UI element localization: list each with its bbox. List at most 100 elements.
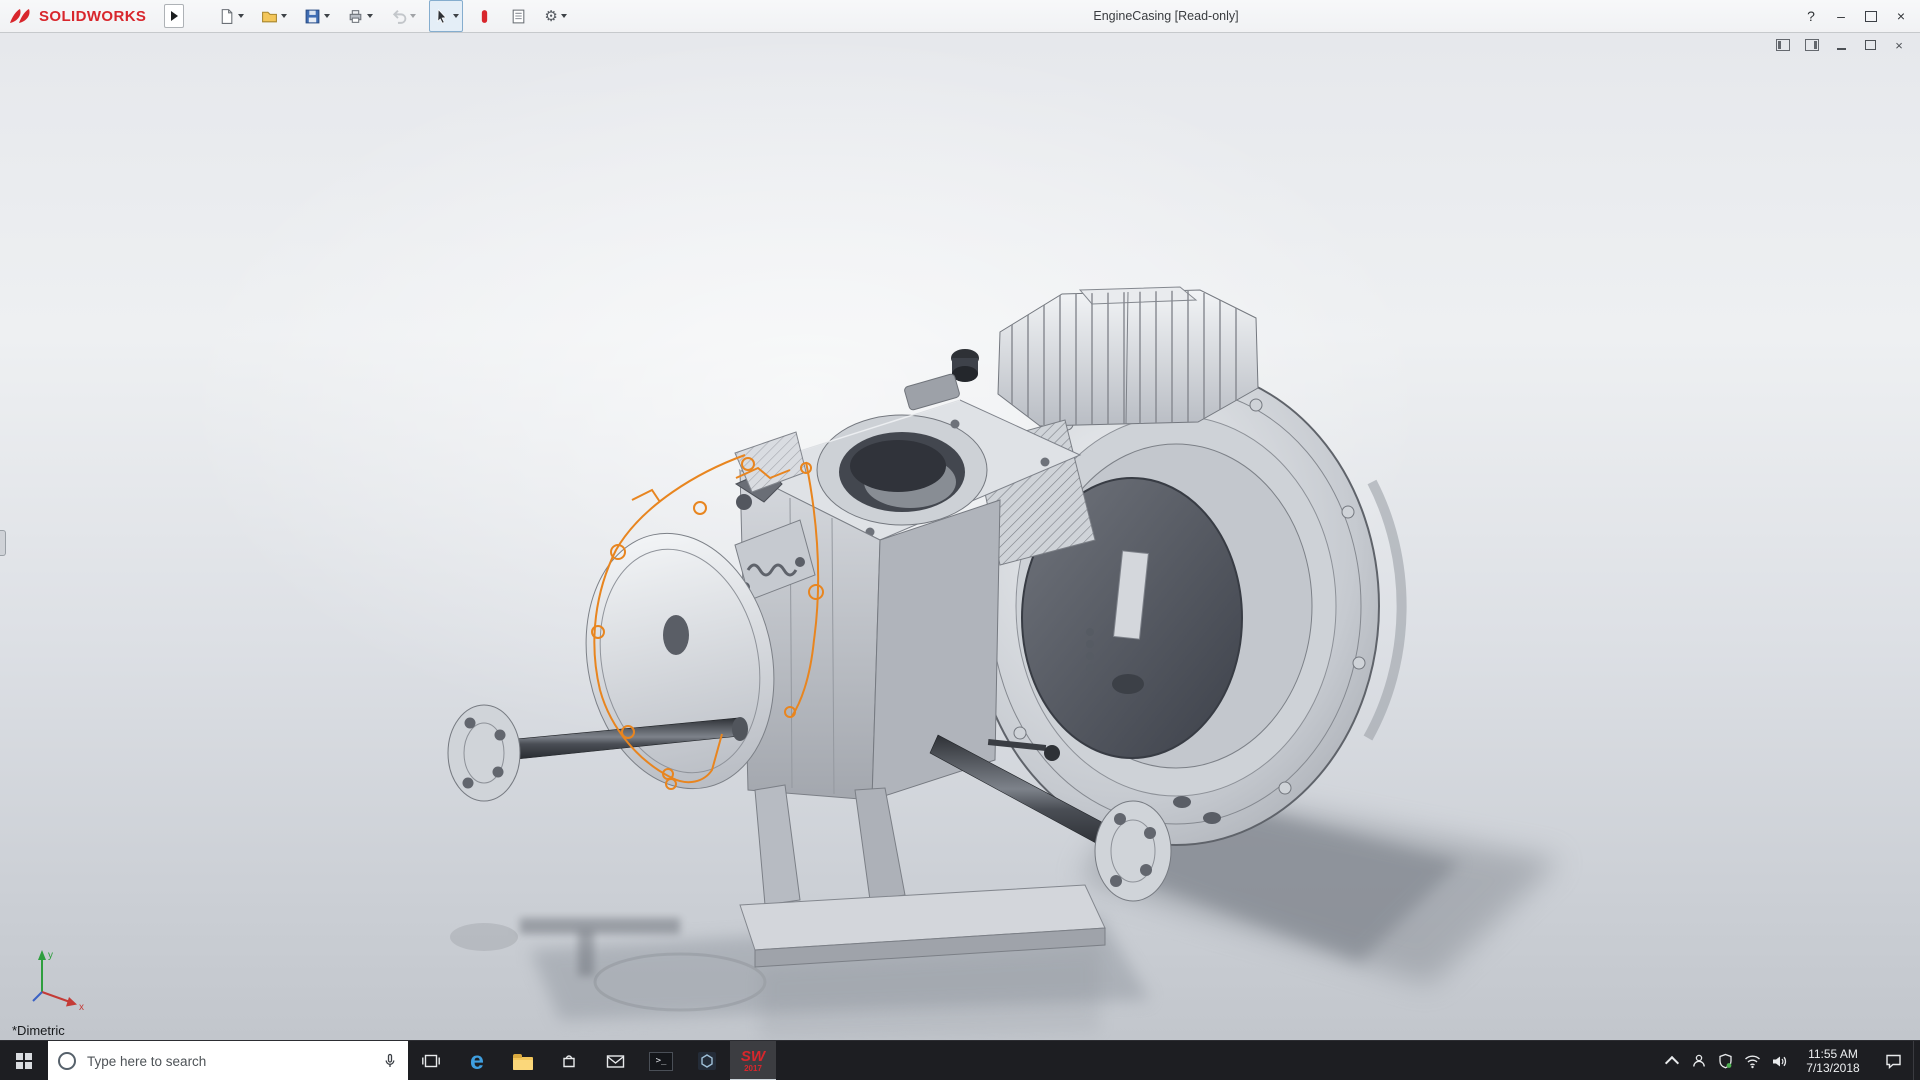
store-bag-icon — [563, 1055, 575, 1068]
caret-down-icon — [281, 14, 288, 18]
person-icon — [1692, 1054, 1705, 1067]
graphics-area[interactable]: × y x *Dimetric — [0, 32, 1920, 1040]
start-button[interactable] — [0, 1041, 48, 1080]
doc-close-button[interactable]: × — [1890, 37, 1908, 53]
windows-logo-icon — [16, 1053, 32, 1069]
marker-tool-button[interactable] — [472, 0, 497, 32]
taskbar-clock[interactable]: 11:55 AM 7/13/2018 — [1793, 1041, 1873, 1080]
taskbar-mail[interactable] — [592, 1041, 638, 1080]
menu-flyout-button[interactable] — [164, 4, 185, 28]
task-view-button[interactable] — [408, 1041, 454, 1080]
action-center-icon — [1885, 1054, 1901, 1069]
hidden-icons-button[interactable] — [1658, 1041, 1685, 1080]
action-center-button[interactable] — [1873, 1041, 1913, 1080]
cortana-icon — [58, 1052, 76, 1070]
titlebar: SOLIDWORKS ⚙ EngineCasing [Read-only] ? … — [0, 0, 1920, 33]
show-desktop-button[interactable] — [1913, 1041, 1920, 1080]
save-floppy-icon — [305, 9, 320, 23]
options-button[interactable]: ⚙ — [540, 0, 570, 32]
close-button[interactable]: × — [1886, 3, 1916, 29]
orientation-triad: y x — [32, 950, 84, 1013]
edge-icon: e — [470, 1046, 484, 1075]
tray-network[interactable] — [1739, 1041, 1766, 1080]
document-window-controls: × — [1774, 37, 1908, 53]
taskbar-hex-app[interactable] — [684, 1041, 730, 1080]
caret-down-icon — [238, 14, 245, 18]
taskbar-edge[interactable]: e — [454, 1041, 500, 1080]
new-document-button[interactable] — [214, 0, 248, 32]
chevron-right-icon — [170, 11, 178, 21]
help-icon: ? — [1807, 8, 1815, 24]
system-tray: 11:55 AM 7/13/2018 — [1658, 1041, 1920, 1080]
help-button[interactable]: ? — [1796, 3, 1826, 29]
caret-down-icon — [410, 14, 417, 18]
solidworks-window: SOLIDWORKS ⚙ EngineCasing [Read-only] ? … — [0, 0, 1920, 1080]
document-lines-icon — [513, 9, 525, 23]
print-button[interactable] — [343, 0, 377, 32]
triad-y-label: y — [48, 950, 53, 961]
maximize-icon — [1865, 10, 1877, 22]
new-page-icon — [222, 8, 233, 24]
doc-restore-button[interactable] — [1861, 37, 1879, 53]
view-orientation-label: *Dimetric — [12, 1023, 65, 1038]
undo-button[interactable] — [386, 0, 420, 32]
chevron-up-icon — [1664, 1055, 1679, 1071]
pane-left-button[interactable] — [1774, 37, 1792, 53]
restore-icon — [1864, 40, 1876, 50]
caret-down-icon — [324, 14, 331, 18]
microphone-icon[interactable] — [382, 1053, 398, 1069]
file-properties-button[interactable] — [506, 0, 531, 32]
gear-icon: ⚙ — [544, 7, 558, 25]
caret-down-icon — [367, 14, 374, 18]
select-cursor-icon — [437, 8, 447, 24]
undo-arrow-icon — [393, 9, 407, 24]
taskbar-file-explorer[interactable] — [500, 1041, 546, 1080]
pane-right-button[interactable] — [1803, 37, 1821, 53]
doc-minimize-button[interactable] — [1832, 37, 1850, 53]
hexagon-app-icon — [698, 1052, 716, 1070]
shield-icon — [1719, 1053, 1732, 1069]
tray-volume[interactable] — [1766, 1041, 1793, 1080]
minimize-icon: – — [1837, 8, 1845, 24]
maximize-button[interactable] — [1856, 3, 1886, 29]
engine-casing-model[interactable] — [0, 32, 1920, 1040]
open-folder-icon — [262, 11, 278, 22]
panel-splitter-handle[interactable] — [0, 530, 6, 556]
window-controls: ? – × — [1796, 0, 1916, 32]
pane-right-icon — [1805, 39, 1819, 51]
wifi-icon — [1745, 1054, 1760, 1068]
red-capsule-icon — [482, 9, 488, 23]
file-explorer-icon — [513, 1053, 533, 1070]
search-input[interactable] — [85, 1052, 373, 1070]
pane-left-icon — [1776, 39, 1790, 51]
clock-date: 7/13/2018 — [1806, 1061, 1860, 1075]
brand-name: SOLIDWORKS — [39, 7, 147, 25]
taskbar-terminal[interactable]: >_ — [638, 1041, 684, 1080]
clock-time: 11:55 AM — [1808, 1047, 1858, 1061]
tray-people[interactable] — [1685, 1041, 1712, 1080]
windows-taskbar: e >_ SW — [0, 1040, 1920, 1080]
document-title: EngineCasing [Read-only] — [1093, 9, 1239, 23]
solidworks-app-icon: SW 2017 — [740, 1048, 766, 1073]
minimize-icon — [1836, 48, 1846, 50]
tray-security[interactable] — [1712, 1041, 1739, 1080]
save-button[interactable] — [300, 0, 334, 32]
caret-down-icon — [453, 14, 460, 18]
select-tool-button[interactable] — [429, 0, 464, 32]
terminal-icon: >_ — [649, 1051, 673, 1071]
mail-envelope-icon — [606, 1054, 624, 1068]
close-icon: × — [1895, 37, 1903, 53]
printer-icon — [350, 9, 362, 23]
taskbar-search[interactable] — [48, 1041, 408, 1080]
caret-down-icon — [560, 14, 567, 18]
solidworks-logo: SOLIDWORKS — [0, 7, 154, 25]
speaker-icon — [1773, 1056, 1787, 1066]
taskbar-store[interactable] — [546, 1041, 592, 1080]
open-button[interactable] — [257, 0, 291, 32]
solidworks-logo-icon — [10, 9, 30, 23]
close-icon: × — [1896, 8, 1906, 24]
triad-x-label: x — [79, 1002, 84, 1013]
task-view-icon — [422, 1054, 440, 1068]
taskbar-solidworks[interactable]: SW 2017 — [730, 1041, 776, 1080]
minimize-button[interactable]: – — [1826, 3, 1856, 29]
